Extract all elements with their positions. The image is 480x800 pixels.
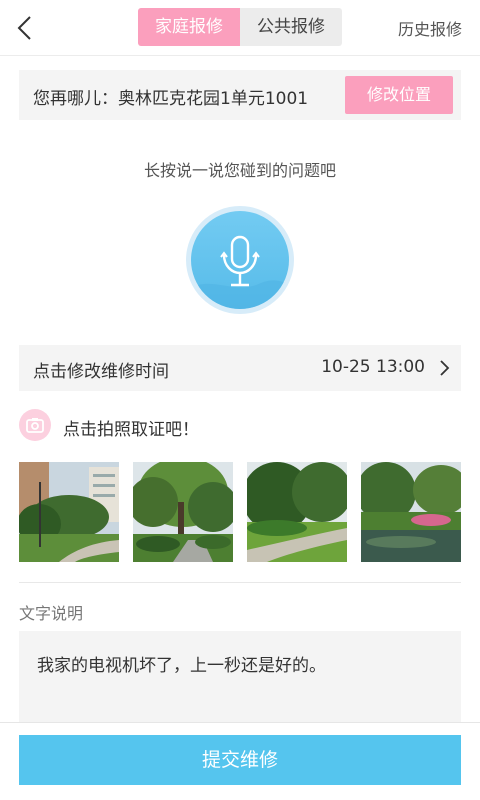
section-divider (19, 582, 461, 583)
repair-type-tabs: 家庭报修 公共报修 (138, 8, 342, 46)
garden-photo-1[interactable] (19, 462, 119, 562)
voice-record-button-inner (191, 211, 289, 309)
camera-icon (26, 418, 44, 433)
chevron-left-icon (17, 16, 31, 40)
top-nav-bar: 家庭报修 公共报修 历史报修 (0, 0, 480, 56)
garden-photo-2[interactable] (133, 462, 233, 562)
photo-thumbnails (19, 462, 461, 562)
take-photo-label: 点击拍照取证吧！ (63, 420, 199, 440)
tab-home-repair[interactable]: 家庭报修 (138, 8, 240, 46)
voice-hint: 长按说一说您碰到的问题吧 (143, 161, 336, 180)
repair-time-row[interactable]: 点击修改维修时间 10-25 13:00 (19, 345, 461, 391)
microphone-icon (220, 235, 260, 287)
garden-photo-3[interactable] (247, 462, 347, 562)
garden-photo-4[interactable] (361, 462, 461, 562)
tab-public-repair[interactable]: 公共报修 (240, 8, 342, 46)
description-label: 文字说明 (19, 604, 84, 623)
camera-button[interactable] (19, 409, 51, 441)
repair-screen: 家庭报修 公共报修 历史报修 您再哪儿：奥林匹克花园1单元1001 修改位置 长… (0, 0, 480, 800)
change-location-button[interactable]: 修改位置 (345, 76, 453, 114)
repair-time-label: 点击修改维修时间 (33, 362, 169, 382)
location-label: 您再哪儿：奥林匹克花园1单元1001 (33, 89, 309, 109)
chevron-right-icon (440, 360, 450, 376)
voice-record-button[interactable] (186, 206, 294, 314)
back-button[interactable] (10, 12, 42, 44)
history-repairs-link[interactable]: 历史报修 (398, 16, 462, 40)
submit-repair-button[interactable]: 提交维修 (19, 735, 461, 785)
description-text: 我家的电视机坏了，上一秒还是好的。 (37, 656, 326, 676)
location-bar: 您再哪儿：奥林匹克花园1单元1001 修改位置 (19, 70, 461, 120)
repair-time-value: 10-25 13:00 (321, 357, 425, 377)
description-textarea[interactable]: 我家的电视机坏了，上一秒还是好的。 (19, 631, 461, 727)
